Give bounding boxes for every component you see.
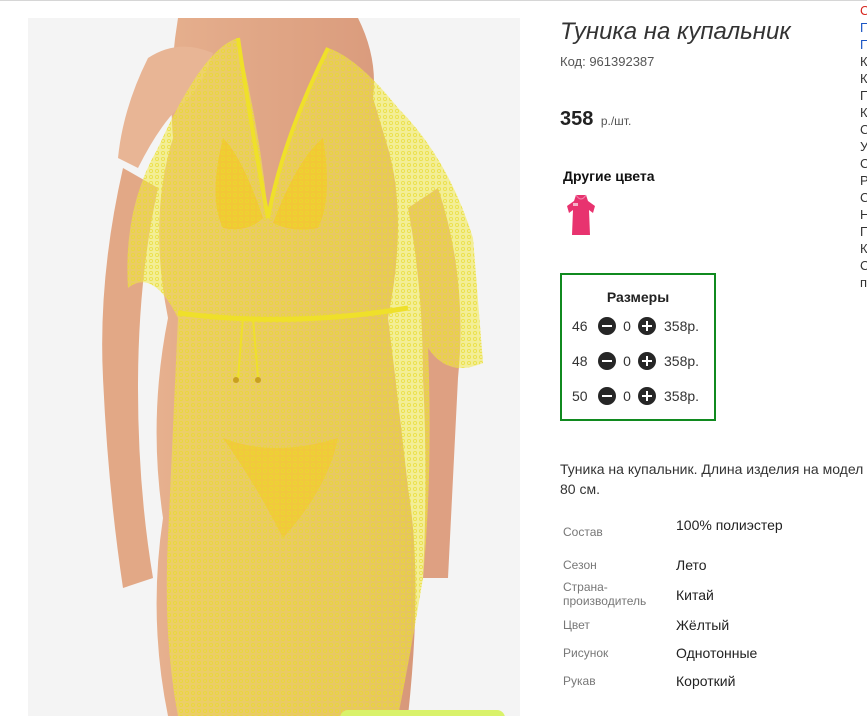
attr-label-country: Страна-производитель xyxy=(563,580,647,608)
size-row-48: 48 0 358р. xyxy=(572,351,699,371)
price-amount: 358 xyxy=(560,108,594,130)
quantity-value[interactable]: 0 xyxy=(616,388,638,404)
sizes-panel: Размеры 46 0 358р. 48 0 358р. 50 0 358р. xyxy=(560,273,716,421)
side-menu-item[interactable]: Н xyxy=(860,206,867,223)
attr-label-sleeve: Рукав xyxy=(563,674,596,688)
side-menu-item[interactable]: П xyxy=(860,223,867,240)
size-label: 50 xyxy=(572,388,588,404)
attr-label-pattern: Рисунок xyxy=(563,646,609,660)
attr-value-country: Китай xyxy=(676,587,714,603)
side-menu-item[interactable]: П xyxy=(860,19,867,36)
product-title: Туника на купальник xyxy=(560,18,791,45)
product-description: Туника на купальник. Длина изделия на мо… xyxy=(560,461,864,497)
side-menu-item[interactable]: П xyxy=(860,87,867,104)
size-price: 358р. xyxy=(664,318,700,334)
size-label: 48 xyxy=(572,353,588,369)
product-price: 358 р./шт. xyxy=(560,108,631,131)
side-menu-item[interactable]: К xyxy=(860,70,867,87)
product-sku: Код: 961392387 xyxy=(560,54,655,69)
price-unit: р./шт. xyxy=(600,114,632,128)
pink-tunic-thumbnail xyxy=(564,193,598,237)
bottom-tab[interactable] xyxy=(340,710,505,716)
side-menu-item[interactable]: К xyxy=(860,240,867,257)
side-menu-item[interactable]: С xyxy=(860,2,867,19)
side-menu-item[interactable]: С xyxy=(860,189,867,206)
decrease-button[interactable] xyxy=(598,387,616,405)
decrease-button[interactable] xyxy=(598,317,616,335)
attr-label-color: Цвет xyxy=(563,618,590,632)
side-menu-item[interactable]: Р xyxy=(860,172,867,189)
side-menu-item[interactable]: П xyxy=(860,36,867,53)
increase-button[interactable] xyxy=(638,352,656,370)
attr-value-composition: 100% полиэстер xyxy=(676,517,783,533)
minus-icon xyxy=(602,360,612,362)
minus-icon xyxy=(602,325,612,327)
other-colors-title: Другие цвета xyxy=(563,168,655,184)
side-menu-item[interactable]: К xyxy=(860,53,867,70)
side-menu-item[interactable]: п xyxy=(860,274,867,291)
side-menu-item[interactable]: С xyxy=(860,121,867,138)
side-menu-item[interactable]: С xyxy=(860,155,867,172)
attr-value-pattern: Однотонные xyxy=(676,645,758,661)
sizes-title: Размеры xyxy=(606,289,670,305)
side-menu-item[interactable]: С xyxy=(860,257,867,274)
side-menu-item[interactable]: К xyxy=(860,104,867,121)
increase-button[interactable] xyxy=(638,387,656,405)
size-row-46: 46 0 358р. xyxy=(572,316,699,336)
product-photo[interactable] xyxy=(28,18,520,716)
side-menu-item[interactable]: У xyxy=(860,138,867,155)
size-row-50: 50 0 358р. xyxy=(572,386,699,406)
attr-value-sleeve: Короткий xyxy=(676,673,736,689)
attr-value-season: Лето xyxy=(676,557,707,573)
decrease-button[interactable] xyxy=(598,352,616,370)
minus-icon xyxy=(602,395,612,397)
increase-button[interactable] xyxy=(638,317,656,335)
product-photo-illustration xyxy=(28,18,520,716)
attr-label-composition: Состав xyxy=(563,525,603,539)
side-menu: С П П К К П К С У С Р С Н П К С п xyxy=(860,2,867,291)
attr-label-season: Сезон xyxy=(563,558,597,572)
top-divider xyxy=(0,0,867,1)
size-price: 358р. xyxy=(664,388,700,404)
quantity-value[interactable]: 0 xyxy=(616,353,638,369)
color-swatch-pink[interactable] xyxy=(563,192,599,238)
attr-value-color: Жёлтый xyxy=(676,617,730,633)
size-price: 358р. xyxy=(664,353,700,369)
size-label: 46 xyxy=(572,318,588,334)
quantity-value[interactable]: 0 xyxy=(616,318,638,334)
